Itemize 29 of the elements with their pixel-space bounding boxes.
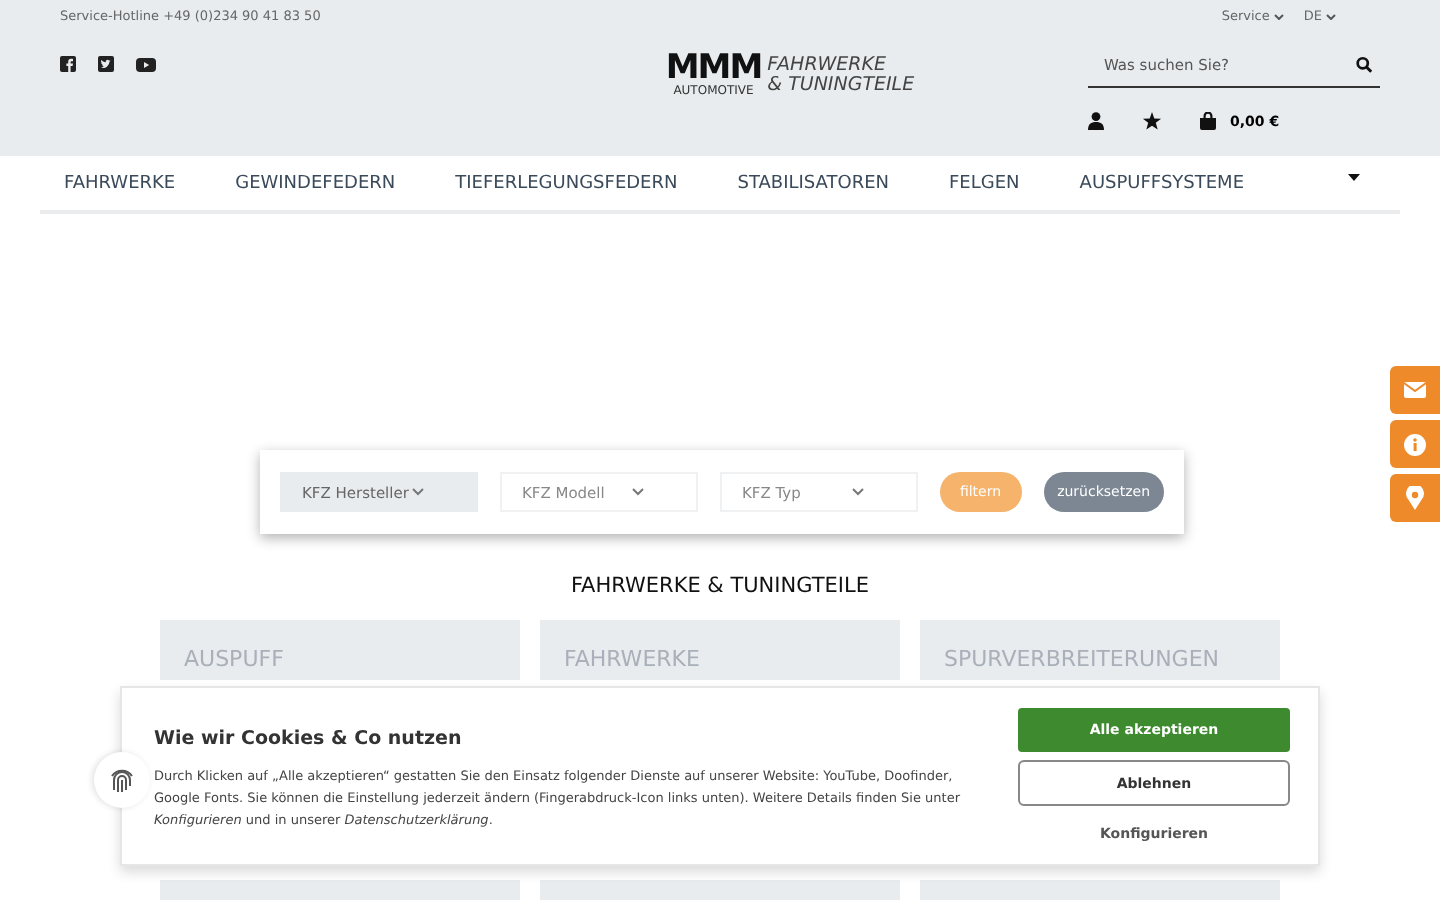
chevron-icon xyxy=(1326,13,1336,19)
star-icon[interactable] xyxy=(1141,112,1162,130)
info-icon xyxy=(1404,433,1426,455)
nav-item[interactable]: FELGEN xyxy=(949,173,1020,193)
twitter-icon[interactable] xyxy=(98,56,114,72)
search-icon[interactable] xyxy=(1355,56,1372,74)
section-title: FAHRWERKE & TUNINGTEILE xyxy=(568,574,871,598)
facebook-icon[interactable] xyxy=(60,56,76,72)
map-pin-icon xyxy=(1406,486,1424,510)
youtube-icon[interactable] xyxy=(136,57,156,71)
shopping-bag-icon[interactable] xyxy=(1199,112,1216,130)
chevron-icon xyxy=(851,488,864,496)
caret-icon[interactable] xyxy=(1348,174,1360,182)
category-label: FAHRWERKE xyxy=(564,646,700,672)
nav-item[interactable]: FAHRWERKE xyxy=(64,173,176,193)
fingerprint-button[interactable] xyxy=(94,752,150,808)
category-label: SPURVERBREITERUNGEN xyxy=(944,646,1220,672)
nav-item[interactable]: TIEFERLEGUNGSFEDERN xyxy=(455,173,678,193)
nav-item[interactable]: AUSPUFFSYSTEME xyxy=(1079,173,1245,193)
nav-item[interactable]: GEWINDEFEDERN xyxy=(235,173,396,193)
category-label: AUSPUFF xyxy=(184,646,284,672)
envelope-icon xyxy=(1404,382,1426,398)
chevron-icon xyxy=(631,488,644,496)
fingerprint-icon xyxy=(108,766,136,794)
chevron-icon xyxy=(411,488,424,496)
nav-item[interactable]: STABILISATOREN xyxy=(737,173,889,193)
chevron-icon xyxy=(1273,13,1284,19)
user-icon[interactable] xyxy=(1087,112,1104,130)
cookie-title: Wie wir Cookies & Co nutzen xyxy=(154,728,464,750)
